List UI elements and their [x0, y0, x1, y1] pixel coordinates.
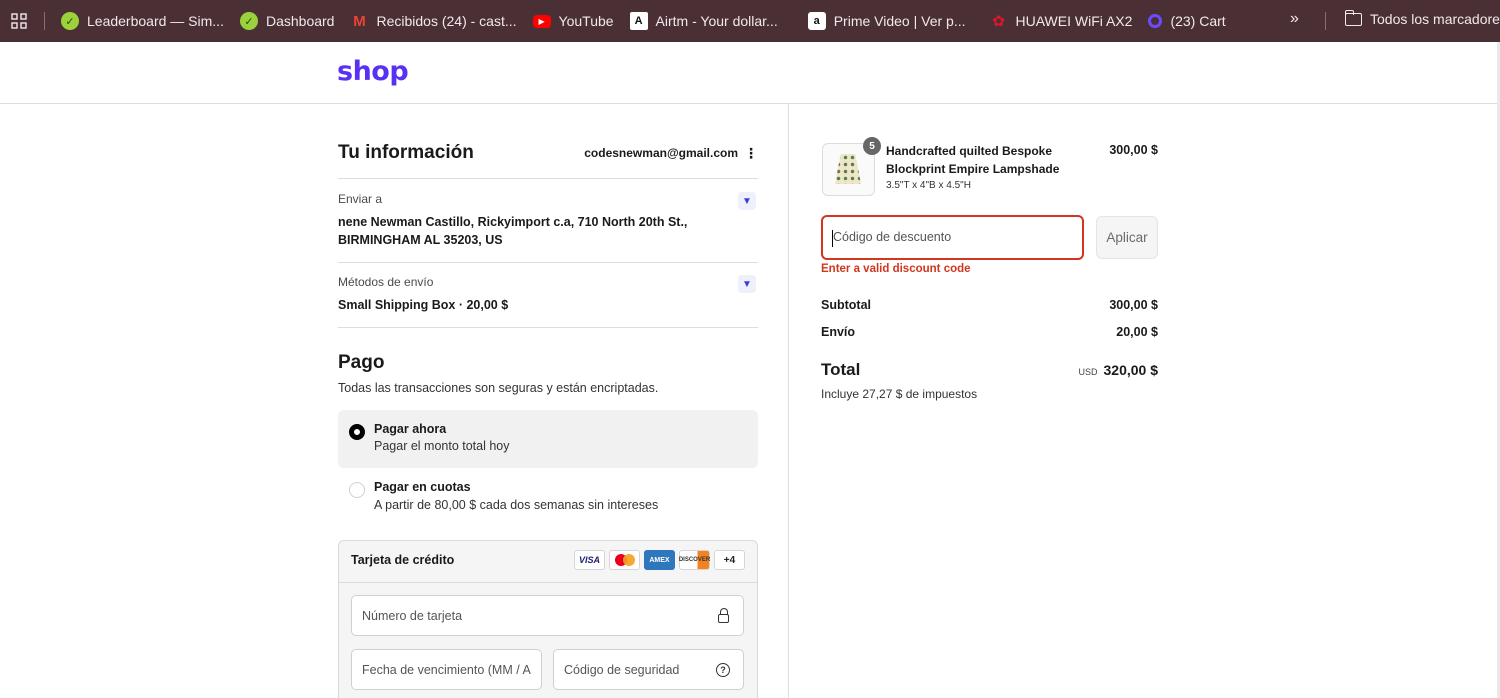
option-subtitle: Pagar el monto total hoy: [374, 439, 510, 453]
radio-selected[interactable]: [349, 424, 365, 440]
bookmark-dashboard[interactable]: ✓ Dashboard: [232, 7, 343, 35]
bookmark-label: Airtm - Your dollar...: [655, 13, 778, 29]
bookmark-label: Prime Video | Ver p...: [833, 13, 966, 29]
account-email: codesnewman@gmail.com ⋮: [584, 146, 758, 160]
option-subtitle: A partir de 80,00 $ cada dos semanas sin…: [374, 498, 659, 512]
divider: [338, 178, 758, 179]
chevron-down-icon[interactable]: ▼: [738, 192, 756, 210]
shipping-value: 20,00 $: [1116, 325, 1158, 339]
bookmark-label: YouTube: [558, 13, 614, 29]
bookmark-label: (23) Cart: [1170, 13, 1226, 29]
lock-icon: [715, 608, 731, 624]
discount-error-message: Enter a valid discount code: [821, 263, 971, 275]
mastercard-icon: [609, 550, 640, 570]
huawei-icon: ✿: [992, 13, 1005, 30]
discount-placeholder: Código de descuento: [833, 230, 952, 244]
help-circle-icon[interactable]: ?: [715, 662, 731, 678]
total-amount: USD 320,00 $: [1040, 362, 1158, 378]
payment-title: Pago: [338, 352, 385, 373]
gmail-icon: M: [353, 12, 366, 30]
total-label: Total: [821, 360, 861, 379]
bookmark-label: Recibidos (24) - cast...: [376, 13, 517, 29]
info-header: Tu información codesnewman@gmail.com ⋮: [338, 142, 758, 164]
info-title: Tu información: [338, 142, 474, 163]
bookmark-label: HUAWEI WiFi AX2: [1015, 13, 1133, 29]
payment-option-installments[interactable]: Pagar en cuotas: [374, 480, 471, 494]
security-code-field[interactable]: Código de seguridad ?: [553, 649, 744, 690]
subtotal-value: 300,00 $: [1109, 298, 1158, 312]
kebab-menu-icon[interactable]: ⋮: [744, 146, 758, 160]
chevron-down-icon[interactable]: ▼: [738, 275, 756, 293]
leaf-check-icon: ✓: [239, 12, 258, 30]
bookmark-leaderboard[interactable]: ✓ Leaderboard — Sim...: [53, 7, 232, 35]
all-bookmarks-folder[interactable]: Todos los marcadores: [1344, 9, 1500, 27]
discover-icon: DISCOVER: [679, 550, 710, 570]
shipping-label: Envío: [821, 325, 856, 339]
visa-icon: VISA: [574, 550, 605, 570]
lampshade-image: [835, 154, 861, 184]
card-number-placeholder: Número de tarjeta: [362, 608, 463, 623]
apps-grid-icon[interactable]: [0, 13, 38, 29]
divider: [338, 262, 758, 263]
card-brands: VISA AMEX DISCOVER +4: [574, 550, 745, 570]
currency-code: USD: [1078, 367, 1098, 377]
ship-to-label: Enviar a: [338, 192, 383, 206]
bookmarks-separator: [1325, 12, 1326, 30]
shop-logo[interactable]: shop: [337, 56, 409, 87]
shop-header: shop: [0, 42, 1500, 104]
folder-icon: [1344, 9, 1362, 26]
subtotal-label: Subtotal: [821, 298, 871, 312]
bookmark-prime-video[interactable]: a Prime Video | Ver p...: [800, 7, 974, 35]
payment-subtitle: Todas las transacciones son seguras y es…: [338, 381, 659, 395]
bookmark-cart[interactable]: (23) Cart: [1140, 7, 1233, 35]
product-variant: 3.5"T x 4"B x 4.5"H: [886, 180, 971, 191]
taxes-note: Incluye 27,27 $ de impuestos: [821, 387, 978, 401]
airtm-icon: A: [629, 12, 648, 30]
product-price: 300,00 $: [1109, 143, 1158, 157]
credit-card-section: Tarjeta de crédito VISA AMEX DISCOVER +4…: [338, 540, 758, 698]
option-title: Pagar ahora: [374, 422, 447, 436]
credit-card-header[interactable]: Tarjeta de crédito VISA AMEX DISCOVER +4: [339, 541, 757, 583]
quantity-badge: 5: [863, 137, 881, 155]
divider: [338, 327, 758, 328]
card-number-field[interactable]: Número de tarjeta: [351, 595, 744, 636]
bookmarks-separator: [44, 12, 45, 30]
expiry-placeholder: Fecha de vencimiento (MM / A: [362, 662, 531, 677]
column-divider: [788, 104, 789, 698]
credit-card-title: Tarjeta de crédito: [351, 553, 455, 567]
product-name: Handcrafted quilted Bespoke Blockprint E…: [886, 144, 1060, 176]
more-bookmarks-chevron-icon[interactable]: »: [1290, 10, 1299, 28]
youtube-icon: ▶: [532, 14, 551, 28]
discount-code-input[interactable]: Código de descuento: [821, 215, 1084, 260]
bookmark-airtm[interactable]: A Airtm - Your dollar...: [622, 7, 786, 35]
expiry-field[interactable]: Fecha de vencimiento (MM / A: [351, 649, 542, 690]
amazon-icon: a: [807, 12, 826, 30]
leaf-check-icon: ✓: [61, 12, 79, 30]
bookmark-gmail[interactable]: M Recibidos (24) - cast...: [342, 7, 524, 35]
radio-unselected[interactable]: [349, 482, 365, 498]
folder-label: Todos los marcadores: [1370, 11, 1500, 27]
shipping-method-label: Métodos de envío: [338, 275, 434, 289]
bookmark-huawei[interactable]: ✿ HUAWEI WiFi AX2: [982, 7, 1141, 35]
ship-to-address: nene Newman Castillo, Rickyimport c.a, 7…: [338, 215, 688, 247]
total-value: 320,00 $: [1103, 362, 1159, 378]
amex-icon: AMEX: [644, 550, 675, 570]
bookmarks-bar: ✓ Leaderboard — Sim... ✓ Dashboard M Rec…: [0, 0, 1500, 42]
bookmark-label: Leaderboard — Sim...: [87, 13, 224, 29]
apply-discount-button[interactable]: Aplicar: [1096, 216, 1158, 259]
email-text: codesnewman@gmail.com: [584, 146, 738, 160]
bookmark-label: Dashboard: [265, 13, 335, 29]
more-brands-badge: +4: [714, 550, 745, 570]
bookmark-youtube[interactable]: ▶ YouTube: [525, 7, 622, 35]
security-code-placeholder: Código de seguridad: [564, 662, 680, 677]
cart-ring-icon: [1148, 14, 1163, 28]
shipping-method-value: Small Shipping Box · 20,00 $: [338, 298, 509, 312]
